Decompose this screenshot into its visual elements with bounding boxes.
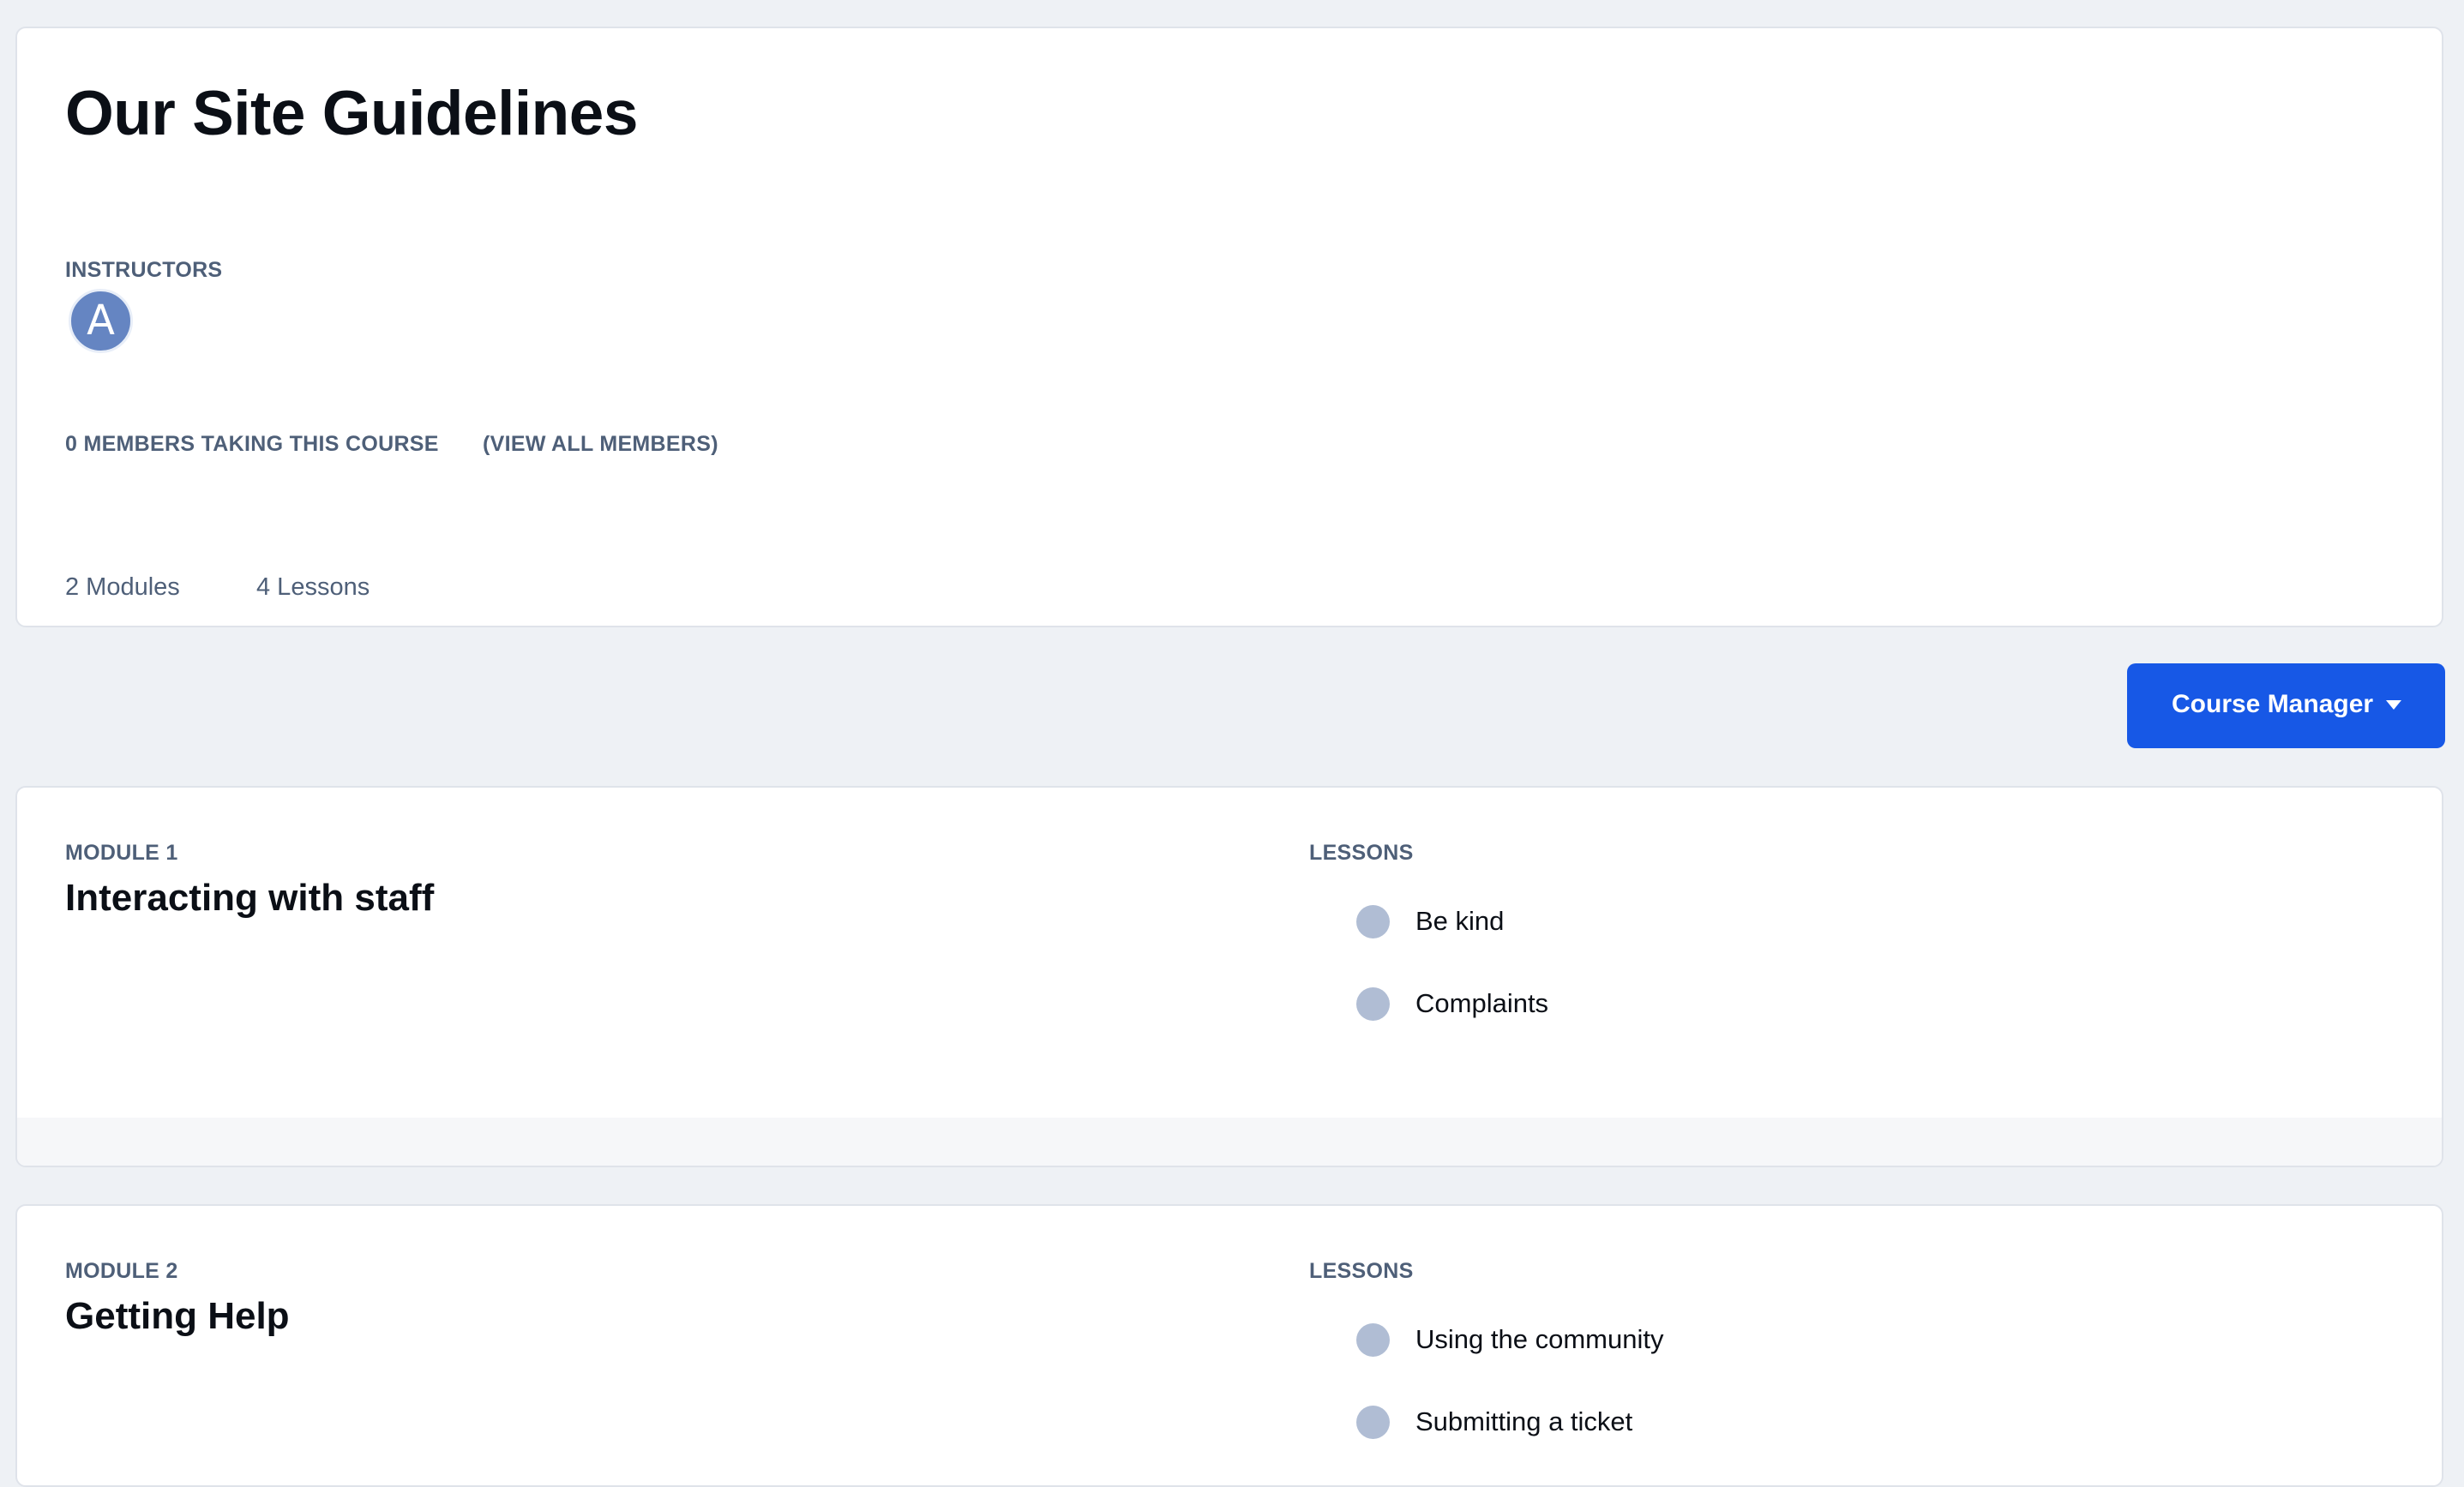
lesson-status-icon <box>1356 987 1390 1021</box>
lesson-title: Submitting a ticket <box>1415 1406 1633 1436</box>
module-card: MODULE 2 Getting Help LESSONS Using the … <box>15 1204 2443 1487</box>
modules-count: 2 Modules <box>65 573 180 601</box>
members-count: 0 MEMBERS TAKING THIS COURSE <box>65 432 439 456</box>
course-header-card: Our Site Guidelines INSTRUCTORS A 0 MEMB… <box>15 27 2443 627</box>
module-footer <box>17 1118 2442 1166</box>
lesson-status-icon <box>1356 1323 1390 1357</box>
module-title[interactable]: Getting Help <box>65 1295 290 1338</box>
lessons-label: LESSONS <box>1309 1259 1414 1283</box>
instructors-label: INSTRUCTORS <box>65 258 223 282</box>
module-title[interactable]: Interacting with staff <box>65 877 434 920</box>
lesson-status-icon <box>1356 905 1390 938</box>
course-manager-label: Course Manager <box>2172 690 2374 718</box>
lesson-title: Complaints <box>1415 988 1549 1018</box>
lesson-status-icon <box>1356 1406 1390 1439</box>
module-number: MODULE 2 <box>65 1259 178 1283</box>
course-manager-button[interactable]: Course Manager <box>2127 663 2445 748</box>
view-all-members-link[interactable]: (VIEW ALL MEMBERS) <box>483 432 718 457</box>
lesson-title: Be kind <box>1415 906 1505 936</box>
chevron-down-icon <box>2386 700 2401 710</box>
lessons-label: LESSONS <box>1309 841 1414 865</box>
instructor-avatar[interactable]: A <box>69 289 133 353</box>
lessons-count: 4 Lessons <box>256 573 370 601</box>
module-card: MODULE 1 Interacting with staff LESSONS … <box>15 786 2443 1167</box>
page-title: Our Site Guidelines <box>65 79 638 148</box>
module-number: MODULE 1 <box>65 841 178 865</box>
lesson-title: Using the community <box>1415 1324 1664 1354</box>
